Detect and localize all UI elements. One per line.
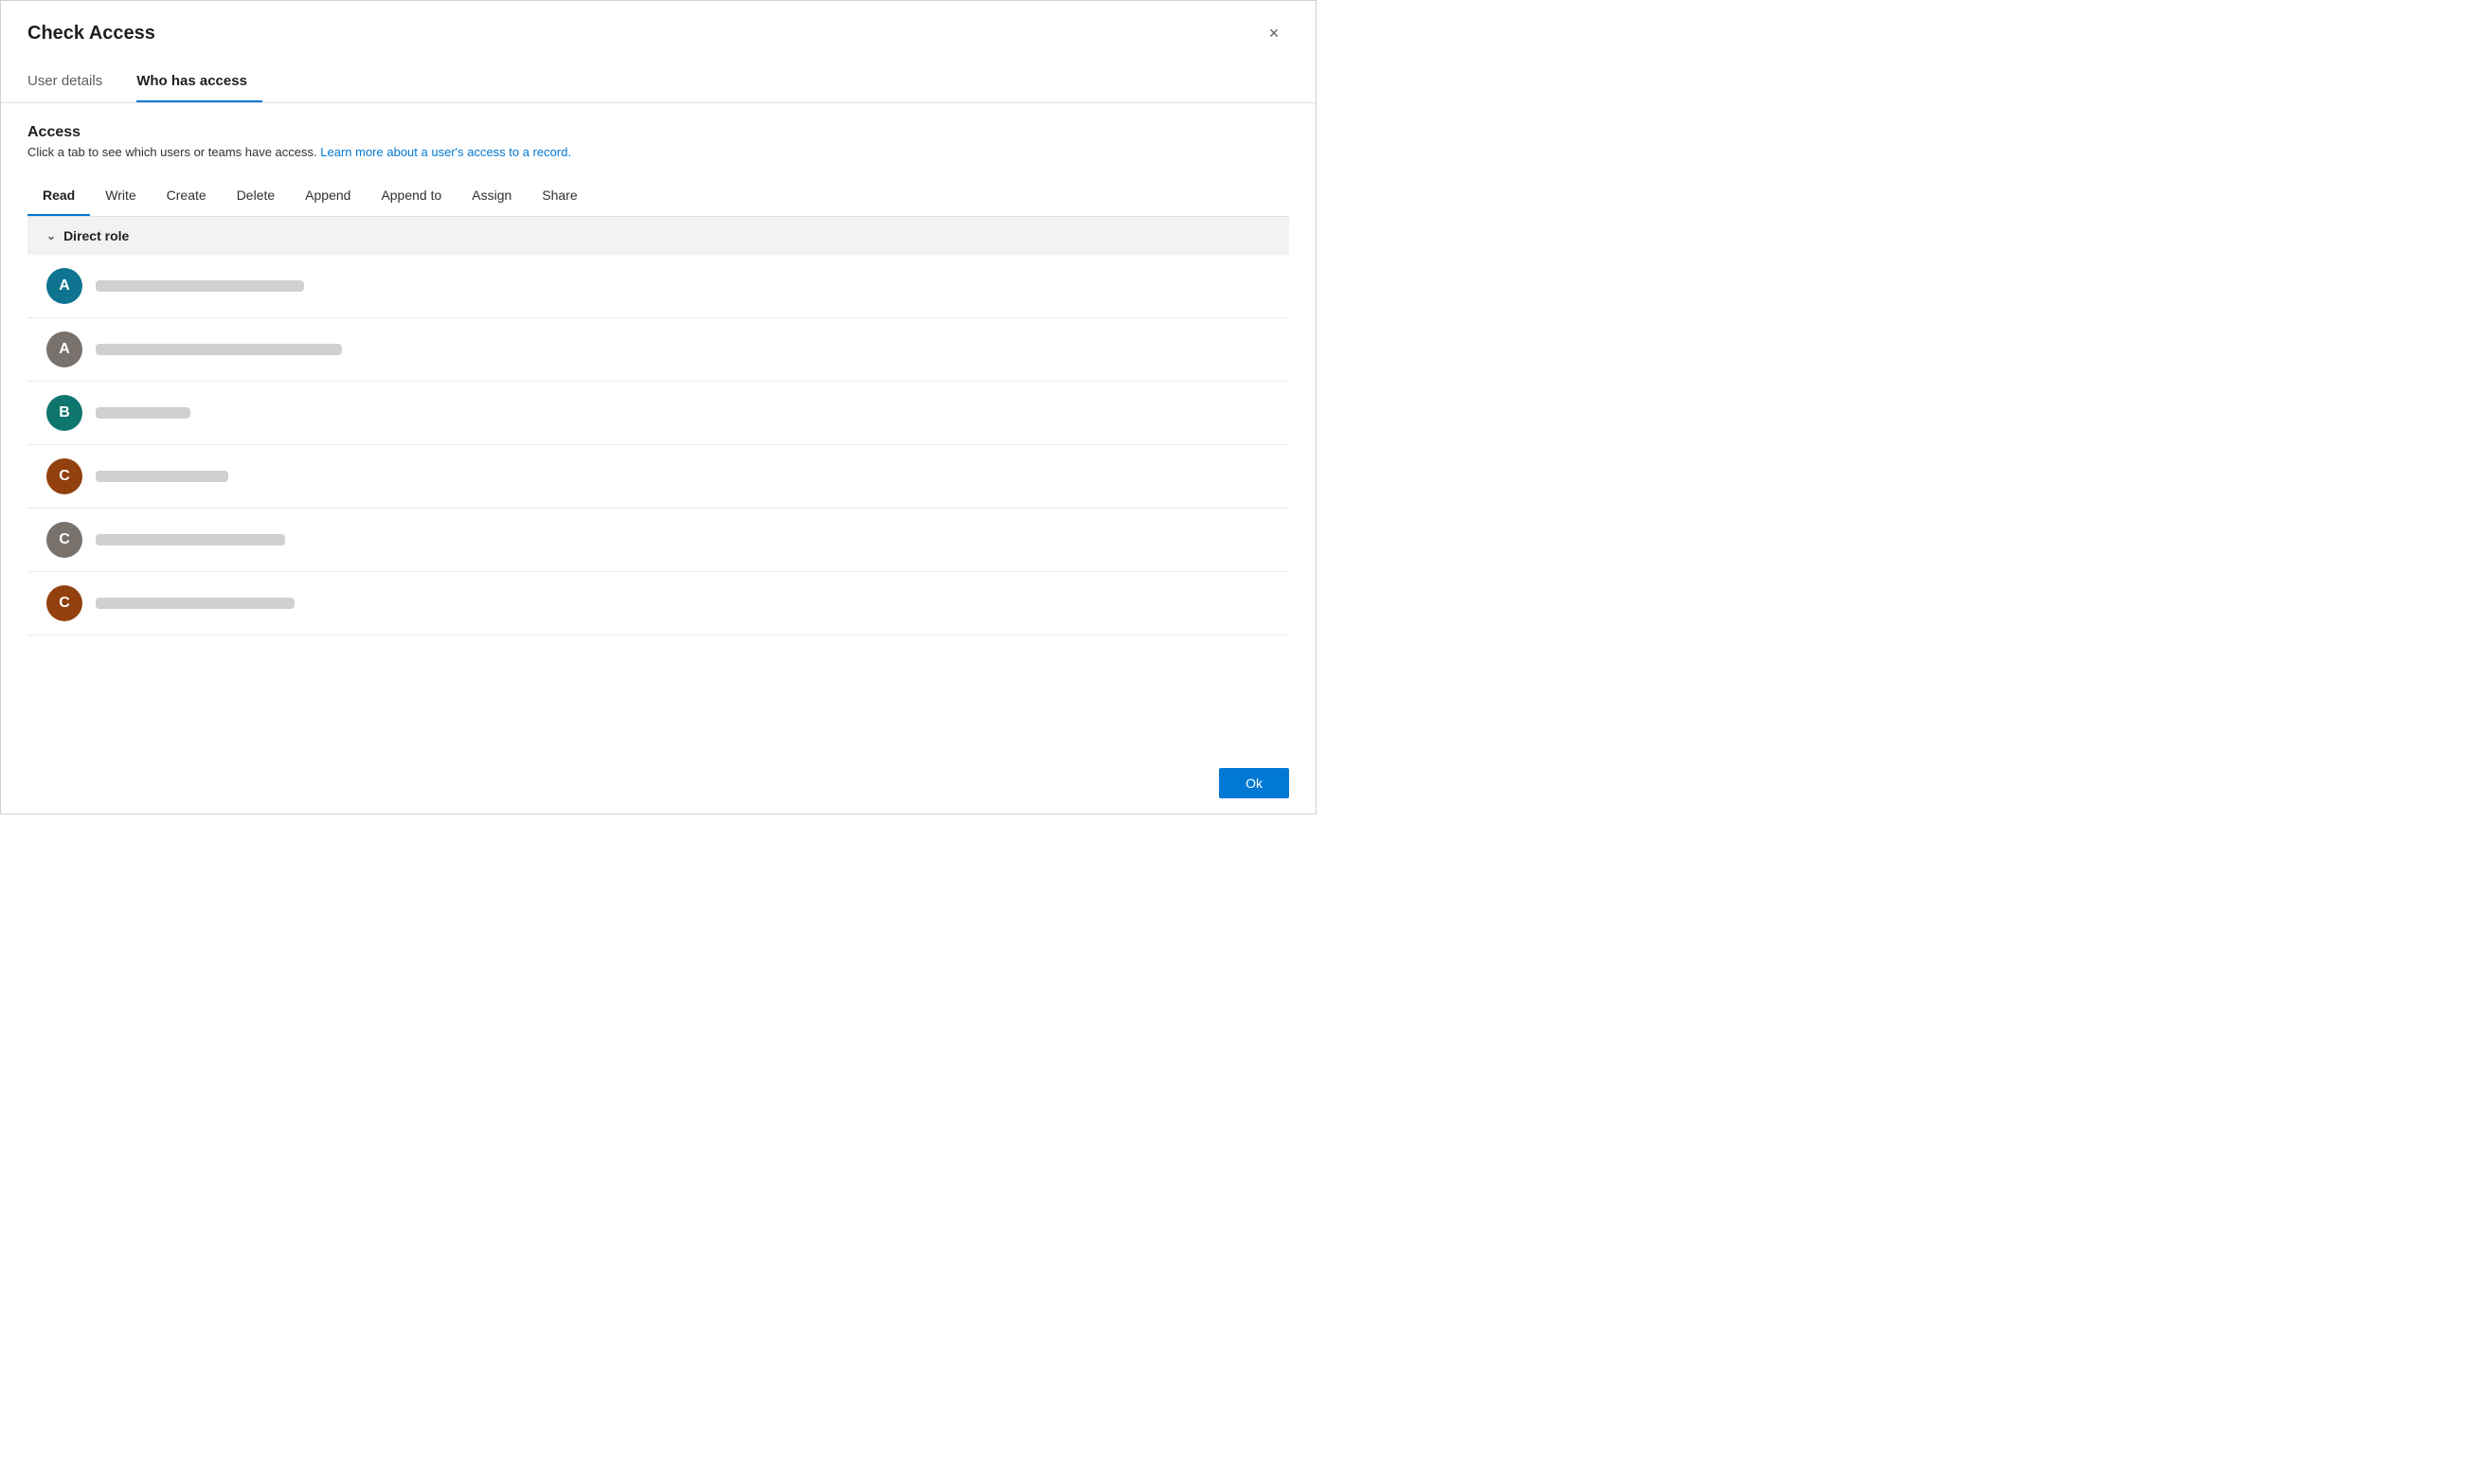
users-list-container: ⌄ Direct role A A B C C C xyxy=(27,217,1289,690)
list-item: C xyxy=(27,445,1289,509)
list-item: A xyxy=(27,255,1289,318)
permission-tabs: Read Write Create Delete Append Append t… xyxy=(27,180,1289,217)
user-name-text xyxy=(96,598,295,609)
list-item: C xyxy=(27,572,1289,635)
dialog-header: Check Access × xyxy=(1,1,1316,58)
avatar: C xyxy=(46,522,82,558)
avatar: B xyxy=(46,395,82,431)
perm-tab-read[interactable]: Read xyxy=(27,180,90,216)
access-desc-text: Click a tab to see which users or teams … xyxy=(27,145,317,159)
direct-role-section-header[interactable]: ⌄ Direct role xyxy=(27,217,1289,255)
top-tabs: User details Who has access xyxy=(1,63,1316,103)
dialog-footer: Ok xyxy=(1192,753,1316,814)
perm-tab-create[interactable]: Create xyxy=(152,180,222,216)
perm-tab-append-to[interactable]: Append to xyxy=(366,180,457,216)
list-item: A xyxy=(27,318,1289,382)
tab-who-has-access[interactable]: Who has access xyxy=(136,63,262,102)
avatar: A xyxy=(46,268,82,304)
perm-tab-write[interactable]: Write xyxy=(90,180,151,216)
user-name-text xyxy=(96,471,228,482)
avatar: C xyxy=(46,585,82,621)
user-name-text xyxy=(96,344,342,355)
ok-button[interactable]: Ok xyxy=(1219,768,1289,798)
perm-tab-append[interactable]: Append xyxy=(290,180,366,216)
dialog-title: Check Access xyxy=(27,23,155,45)
perm-tab-delete[interactable]: Delete xyxy=(222,180,290,216)
access-heading: Access xyxy=(27,124,1289,141)
user-name-text xyxy=(96,407,190,419)
perm-tab-assign[interactable]: Assign xyxy=(457,180,527,216)
user-name-text xyxy=(96,534,285,545)
chevron-down-icon: ⌄ xyxy=(46,229,56,242)
access-description: Click a tab to see which users or teams … xyxy=(27,145,1289,159)
tab-user-details[interactable]: User details xyxy=(27,63,117,102)
user-name-text xyxy=(96,280,304,292)
perm-tab-share[interactable]: Share xyxy=(527,180,592,216)
close-button[interactable]: × xyxy=(1259,18,1289,48)
avatar: C xyxy=(46,458,82,494)
list-item: B xyxy=(27,382,1289,445)
content-area: Access Click a tab to see which users or… xyxy=(1,103,1316,690)
access-learn-more-link[interactable]: Learn more about a user's access to a re… xyxy=(320,145,571,159)
avatar: A xyxy=(46,331,82,367)
list-item: C xyxy=(27,509,1289,572)
direct-role-label: Direct role xyxy=(63,228,129,243)
